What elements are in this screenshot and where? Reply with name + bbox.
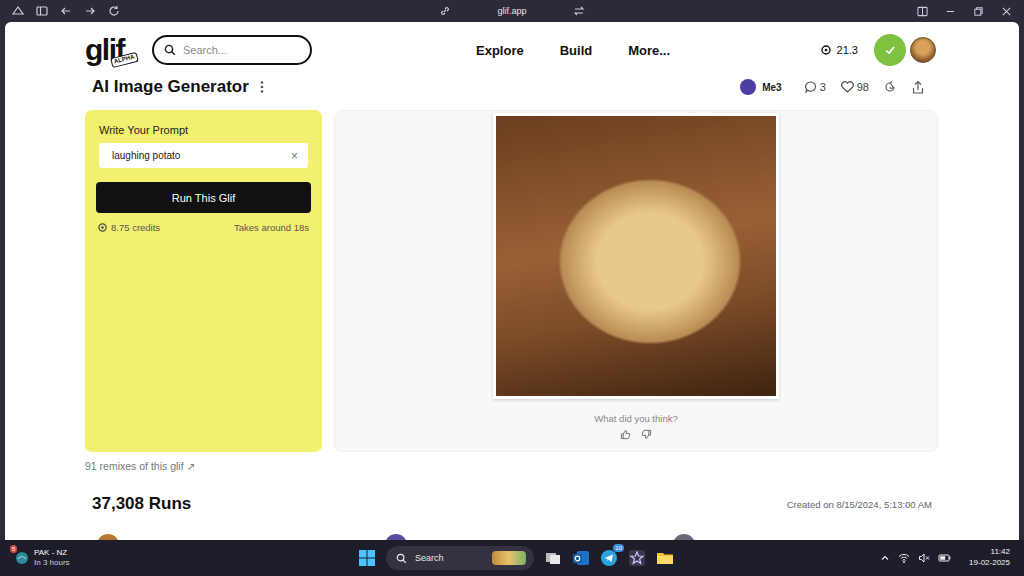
prompt-label: Write Your Prompt bbox=[96, 124, 311, 136]
back-icon[interactable] bbox=[60, 5, 72, 17]
task-view-icon[interactable] bbox=[544, 549, 562, 567]
result-panel: What did you think? bbox=[334, 110, 938, 452]
site-header: glif ALPHA Search... Explore Build More...… bbox=[85, 30, 938, 70]
share-icon[interactable] bbox=[911, 80, 925, 95]
author-avatar bbox=[740, 79, 756, 95]
credit-coin-icon bbox=[98, 223, 107, 232]
runs-row: 37,308 Runs Created on 8/15/2024, 5:13:0… bbox=[85, 494, 938, 514]
runs-count: 37,308 Runs bbox=[92, 494, 191, 514]
nav-item[interactable]: Build bbox=[560, 43, 593, 58]
likes-count[interactable]: 98 bbox=[840, 80, 869, 94]
minimize-icon[interactable] bbox=[945, 6, 956, 17]
search-field[interactable]: Search... bbox=[152, 35, 312, 65]
run-duration: Takes around 18s bbox=[234, 222, 309, 233]
comment-icon bbox=[804, 80, 818, 94]
sidebar-icon[interactable] bbox=[36, 5, 48, 17]
check-icon bbox=[883, 43, 897, 57]
feedback-prompt: What did you think? bbox=[594, 413, 677, 424]
battery-icon[interactable] bbox=[938, 552, 951, 564]
run-cost: 8.75 credits bbox=[98, 222, 160, 233]
glif-app-icon[interactable] bbox=[628, 549, 646, 567]
remix-icon[interactable] bbox=[883, 80, 897, 94]
notification-badge: 5 bbox=[10, 545, 17, 553]
author[interactable]: Me3 bbox=[740, 79, 781, 95]
image-frame bbox=[493, 113, 779, 399]
status-button[interactable] bbox=[874, 34, 906, 66]
glif-title-row: AI Image Generator Me3 3 98 bbox=[85, 70, 938, 104]
forward-icon[interactable] bbox=[84, 5, 96, 17]
thumbs-down-icon[interactable] bbox=[641, 429, 652, 440]
file-explorer-icon[interactable] bbox=[656, 549, 674, 567]
search-icon bbox=[396, 553, 407, 564]
browser-toolbar: glif.app bbox=[0, 0, 1024, 22]
web-page: glif ALPHA Search... Explore Build More...… bbox=[5, 22, 1019, 540]
credits-balance[interactable]: 21.3 bbox=[821, 44, 858, 56]
glif-logo[interactable]: glif ALPHA bbox=[85, 35, 140, 65]
remixes-link[interactable]: 91 remixes of this glif ↗ bbox=[85, 460, 938, 472]
clock[interactable]: 11:42 19-02-2025 bbox=[969, 547, 1010, 569]
notification-badge: 10 bbox=[613, 544, 624, 552]
weather-icon bbox=[14, 550, 30, 566]
link-icon[interactable] bbox=[439, 5, 451, 17]
more-options-icon[interactable] bbox=[259, 80, 265, 94]
comments-count[interactable]: 3 bbox=[804, 80, 826, 94]
run-button[interactable]: Run This Glif bbox=[96, 182, 311, 213]
created-date: Created on 8/15/2024, 5:13:00 AM bbox=[787, 499, 932, 510]
browser-logo-icon[interactable] bbox=[12, 5, 24, 17]
swap-icon[interactable] bbox=[573, 5, 585, 17]
prompt-panel: Write Your Prompt laughing potato × Run … bbox=[85, 110, 322, 452]
restore-icon[interactable] bbox=[973, 6, 984, 17]
reload-icon[interactable] bbox=[108, 5, 120, 17]
heart-icon bbox=[840, 80, 855, 94]
glif-title: AI Image Generator bbox=[92, 77, 249, 97]
weather-widget[interactable]: 5 PAK - NZ In 3 hours bbox=[14, 548, 350, 569]
close-icon[interactable] bbox=[1001, 6, 1012, 17]
search-icon bbox=[164, 44, 176, 56]
clear-button[interactable]: × bbox=[291, 149, 298, 163]
split-view-icon[interactable] bbox=[917, 6, 928, 17]
user-avatar[interactable] bbox=[910, 37, 936, 63]
nav-item[interactable]: Explore bbox=[476, 43, 524, 58]
prompt-input[interactable]: laughing potato × bbox=[99, 143, 308, 168]
thumbs-up-icon[interactable] bbox=[620, 429, 631, 440]
show-hidden-icons-icon[interactable] bbox=[880, 553, 890, 563]
windows-start-icon[interactable] bbox=[358, 549, 376, 567]
wifi-icon[interactable] bbox=[898, 552, 910, 564]
main-nav: Explore Build More... bbox=[476, 43, 670, 58]
address-bar[interactable]: glif.app bbox=[497, 6, 526, 16]
generated-image[interactable] bbox=[496, 116, 776, 396]
speaker-muted-icon[interactable] bbox=[918, 552, 930, 564]
search-highlight-icon bbox=[492, 551, 526, 565]
screen: glif.app glif ALPHA Search... Explore Bui… bbox=[0, 0, 1024, 576]
outlook-icon[interactable] bbox=[572, 549, 590, 567]
nav-item[interactable]: More... bbox=[628, 43, 670, 58]
credit-coin-icon bbox=[821, 45, 831, 55]
taskbar-search[interactable]: Search bbox=[386, 546, 534, 570]
taskbar: 5 PAK - NZ In 3 hours Search 10 11:42 19… bbox=[0, 540, 1024, 576]
